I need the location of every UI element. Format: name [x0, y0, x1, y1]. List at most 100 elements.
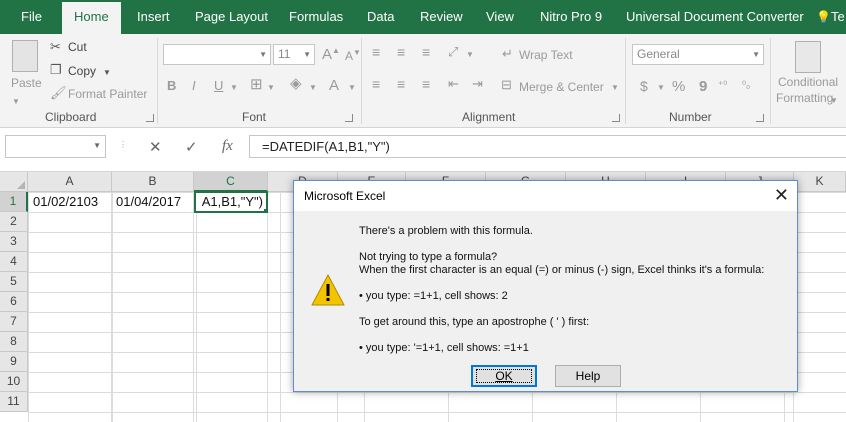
formula-bar-grip-icon[interactable]: ⋮: [119, 140, 127, 149]
cell-b1[interactable]: 01/04/2017: [112, 192, 194, 212]
enter-formula-button[interactable]: ✓: [185, 138, 198, 156]
middle-align-icon[interactable]: ≡: [397, 44, 405, 60]
copy-dropdown-icon[interactable]: ▼: [103, 65, 111, 81]
name-box[interactable]: ▼: [5, 135, 106, 158]
clipboard-group-label: Clipboard: [45, 110, 97, 124]
row-header-selected[interactable]: 1: [0, 192, 28, 212]
row-header[interactable]: 9: [0, 352, 28, 372]
font-color-icon[interactable]: A: [329, 77, 339, 94]
format-painter-button[interactable]: Format Painter: [68, 87, 147, 101]
font-launcher-icon[interactable]: [345, 114, 353, 122]
help-button[interactable]: Help: [555, 365, 621, 387]
column-header[interactable]: B: [112, 172, 194, 192]
tab-nitro-pro[interactable]: Nitro Pro 9: [540, 0, 602, 34]
tell-me-tab[interactable]: 💡Te: [816, 0, 845, 34]
font-group-label: Font: [242, 110, 267, 124]
row-header[interactable]: 8: [0, 332, 28, 352]
align-right-icon[interactable]: ≡: [422, 76, 430, 92]
accounting-format-icon[interactable]: $: [640, 78, 648, 94]
chevron-down-icon: ▼: [657, 83, 665, 92]
number-format-combo[interactable]: General ▼: [632, 44, 764, 65]
tab-formulas[interactable]: Formulas: [289, 0, 343, 34]
percent-style-button[interactable]: %: [672, 78, 685, 95]
tab-file[interactable]: File: [21, 0, 42, 34]
column-header-selected[interactable]: C: [194, 172, 268, 192]
decrease-font-icon[interactable]: A▼: [345, 48, 361, 63]
increase-decimal-icon[interactable]: ⁺⁰: [718, 78, 727, 94]
borders-icon[interactable]: ⊞: [250, 77, 263, 93]
bottom-align-icon[interactable]: ≡: [422, 44, 430, 60]
tab-universal-document-converter[interactable]: Universal Document Converter: [626, 0, 804, 34]
align-center-icon[interactable]: ≡: [397, 76, 405, 92]
insert-function-button[interactable]: fx: [222, 138, 233, 155]
chevron-down-icon: ▼: [259, 50, 267, 59]
orientation-icon[interactable]: ⤢: [448, 44, 458, 60]
decrease-decimal-icon[interactable]: ⁰₀: [742, 78, 750, 94]
column-header[interactable]: A: [28, 172, 112, 192]
tab-view[interactable]: View: [486, 0, 514, 34]
fill-handle[interactable]: [263, 208, 266, 211]
format-painter-icon: 🖌: [50, 85, 67, 100]
font-size-combo[interactable]: 11 ▼: [273, 44, 315, 65]
dialog-message-explanation: When the first character is an equal (=)…: [359, 264, 765, 276]
row-header[interactable]: 2: [0, 212, 28, 232]
row-header[interactable]: 6: [0, 292, 28, 312]
row-header[interactable]: 11: [0, 392, 28, 412]
conditional-formatting-icon: [795, 41, 821, 73]
formula-input[interactable]: =DATEDIF(A1,B1,"Y"): [249, 135, 846, 158]
decrease-indent-icon[interactable]: ⇤: [448, 76, 459, 92]
comma-style-button[interactable]: 9: [699, 78, 707, 95]
number-group-label: Number: [669, 110, 712, 124]
chevron-down-icon: ▼: [830, 96, 838, 105]
cell-c1-editing[interactable]: A1,B1,"Y"): [194, 191, 268, 213]
cell-a1[interactable]: 01/02/2103: [29, 192, 113, 212]
chevron-down-icon: ▼: [303, 50, 311, 59]
select-all-button[interactable]: [0, 172, 28, 192]
tab-insert[interactable]: Insert: [137, 0, 170, 34]
align-left-icon[interactable]: ≡: [372, 76, 380, 92]
bold-button[interactable]: B: [167, 78, 176, 93]
ribbon: Paste ▼ ✂ Cut ❐ Copy ▼ 🖌 Format Painter …: [0, 34, 846, 128]
conditional-formatting-button[interactable]: Conditional: [778, 75, 838, 89]
row-header[interactable]: 3: [0, 232, 28, 252]
ok-button[interactable]: OK: [471, 365, 537, 387]
dialog-example-2: • you type: '=1+1, cell shows: =1+1: [359, 342, 529, 354]
italic-button[interactable]: I: [192, 78, 196, 93]
tab-data[interactable]: Data: [367, 0, 394, 34]
wrap-text-button[interactable]: Wrap Text: [519, 48, 573, 62]
chevron-down-icon: ▼: [611, 83, 619, 92]
chevron-down-icon: ▼: [93, 141, 101, 150]
formula-bar: ▼ ⋮ ✕ ✓ fx =DATEDIF(A1,B1,"Y"): [0, 128, 846, 172]
column-header[interactable]: K: [794, 172, 846, 192]
chevron-down-icon: ▼: [466, 50, 474, 59]
dialog-title-bar[interactable]: Microsoft Excel ✕: [294, 181, 797, 211]
dialog-message-question: Not trying to type a formula?: [359, 251, 498, 263]
number-launcher-icon[interactable]: [756, 114, 764, 122]
font-name-combo[interactable]: ▼: [163, 44, 271, 65]
cancel-formula-button[interactable]: ✕: [149, 138, 162, 156]
close-icon[interactable]: ✕: [774, 185, 789, 205]
row-header[interactable]: 4: [0, 252, 28, 272]
cut-button[interactable]: Cut: [68, 40, 87, 54]
alignment-launcher-icon[interactable]: [612, 114, 620, 122]
merge-center-button[interactable]: Merge & Center: [519, 80, 604, 94]
chevron-down-icon: ▼: [309, 83, 317, 92]
tab-page-layout[interactable]: Page Layout: [195, 0, 268, 34]
increase-indent-icon[interactable]: ⇥: [472, 76, 483, 92]
row-header[interactable]: 7: [0, 312, 28, 332]
underline-button[interactable]: U: [214, 78, 223, 93]
increase-font-icon[interactable]: A▲: [322, 46, 340, 63]
copy-button[interactable]: Copy: [68, 64, 96, 78]
merge-center-icon: ⊟: [501, 77, 512, 92]
clipboard-launcher-icon[interactable]: [146, 114, 154, 122]
tab-home[interactable]: Home: [62, 2, 121, 34]
paste-button[interactable]: Paste: [11, 76, 42, 90]
top-align-icon[interactable]: ≡: [372, 44, 380, 60]
dialog-example-1: • you type: =1+1, cell shows: 2: [359, 290, 508, 302]
row-header[interactable]: 10: [0, 372, 28, 392]
conditional-formatting-label: Formatting: [776, 91, 834, 105]
fill-color-icon[interactable]: ◈: [290, 76, 302, 92]
tab-review[interactable]: Review: [420, 0, 463, 34]
chevron-down-icon: ▼: [267, 83, 275, 92]
row-header[interactable]: 5: [0, 272, 28, 292]
